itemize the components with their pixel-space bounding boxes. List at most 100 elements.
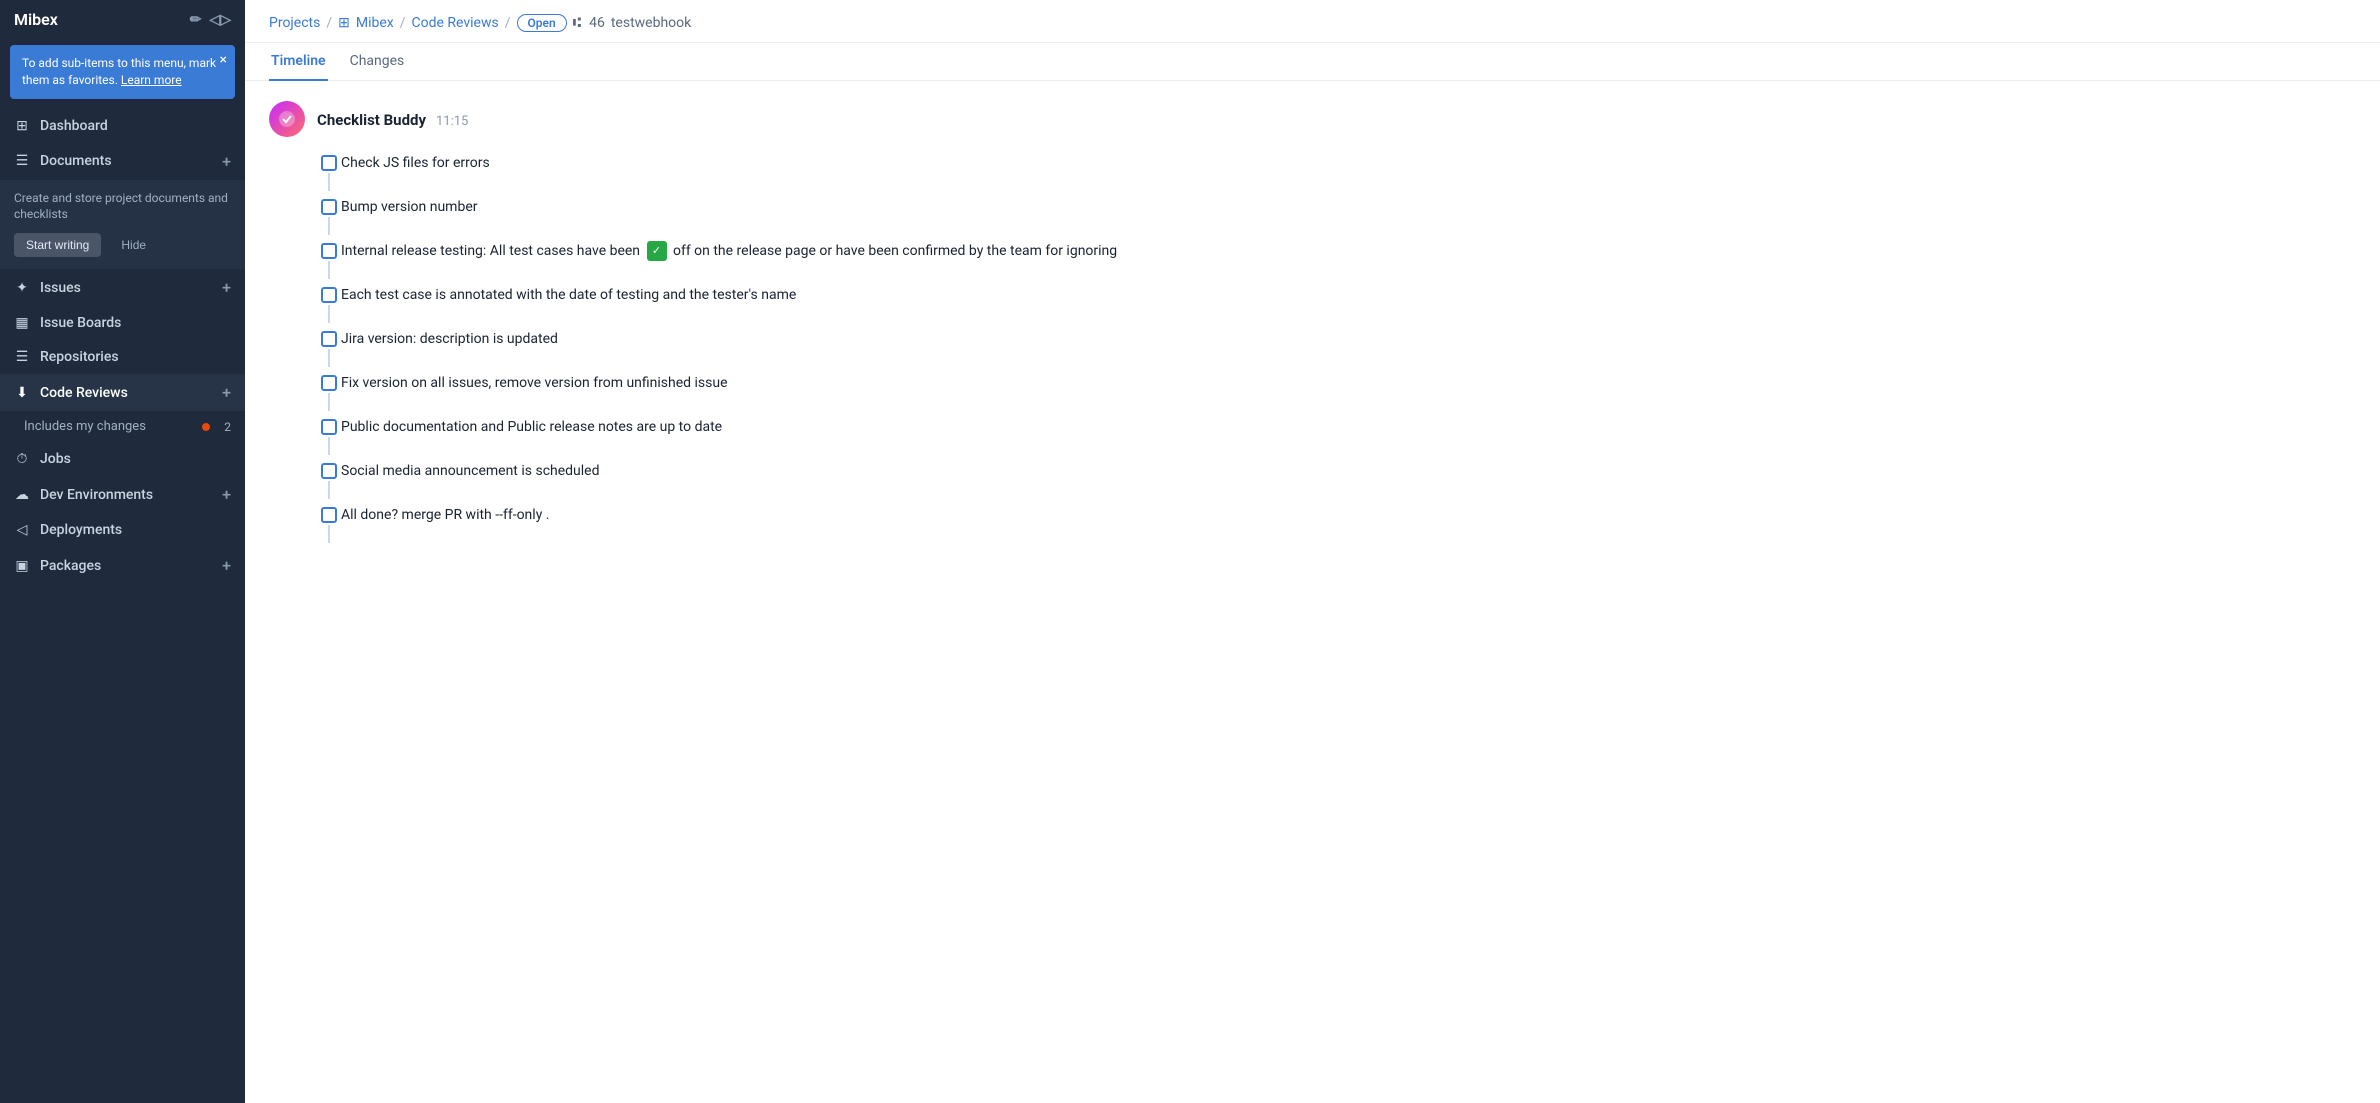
list-item: All done? merge PR with --ff-only . [317,505,2356,543]
check-col [317,329,341,367]
breadcrumb-sep3: / [505,15,511,31]
sidebar: Mibex ✏ ◁▷ To add sub-items to this menu… [0,0,245,1103]
checkbox-4[interactable] [321,287,337,303]
expand-icon[interactable]: ◁▷ [209,12,231,28]
info-banner: To add sub-items to this menu, mark them… [10,45,235,99]
check-col [317,285,341,323]
check-col [317,417,341,455]
sidebar-item-label: Dashboard [40,118,231,134]
pr-icon: ⑆ [573,15,581,31]
documents-actions: Start writing Hide [14,233,231,257]
item-text-5: Jira version: description is updated [341,329,2356,358]
sidebar-item-issue-boards[interactable]: ▦ Issue Boards [0,306,245,340]
learn-more-link[interactable]: Learn more [121,73,182,87]
checkbox-9[interactable] [321,507,337,523]
banner-close-button[interactable]: × [220,51,227,71]
item-text-2: Bump version number [341,197,2356,226]
list-item: Bump version number [317,197,2356,235]
check-col [317,197,341,235]
checkbox-3[interactable] [321,243,337,259]
content-area: Checklist Buddy 11:15 Check JS files for… [245,81,2380,1103]
checkbox-2[interactable] [321,199,337,215]
documents-sub-section: Create and store project documents and c… [0,180,245,270]
checklist-author: Checklist Buddy [317,111,426,129]
list-item: Fix version on all issues, remove versio… [317,373,2356,411]
checklist-time: 11:15 [436,114,468,129]
hide-button[interactable]: Hide [109,233,158,257]
dev-environments-add-icon[interactable]: + [222,485,231,504]
documents-icon: ☰ [14,153,30,169]
vertical-line [328,173,330,191]
item-text-7: Public documentation and Public release … [341,417,2356,446]
sidebar-header-icons: ✏ ◁▷ [190,12,231,28]
list-item: Each test case is annotated with the dat… [317,285,2356,323]
packages-icon: ▣ [14,558,30,574]
breadcrumb-projects[interactable]: Projects [269,15,320,31]
breadcrumb-mibex[interactable]: Mibex [356,15,394,31]
check-col [317,373,341,411]
sidebar-item-label: Jobs [40,451,231,467]
packages-add-icon[interactable]: + [222,556,231,575]
dashboard-icon: ⊞ [14,118,30,134]
breadcrumb-sep1: / [326,15,332,31]
item-text-6: Fix version on all issues, remove versio… [341,373,2356,402]
list-item: Check JS files for errors [317,153,2356,191]
edit-icon[interactable]: ✏ [190,12,202,28]
sidebar-header: Mibex ✏ ◁▷ [0,0,245,39]
tabs: Timeline Changes [245,43,2380,81]
documents-add-icon[interactable]: + [222,152,231,171]
item-text-9: All done? merge PR with --ff-only . [341,505,2356,534]
sidebar-item-deployments[interactable]: ◁ Deployments [0,513,245,547]
issues-icon: ✦ [14,280,30,296]
vertical-line [328,349,330,367]
sidebar-title: Mibex [14,10,58,29]
sidebar-item-label: Dev Environments [40,487,212,503]
start-writing-button[interactable]: Start writing [14,233,101,257]
sidebar-sub-item-includes-my-changes[interactable]: Includes my changes 2 [0,411,245,442]
check-col [317,505,341,543]
sidebar-item-dev-environments[interactable]: ☁ Dev Environments + [0,476,245,513]
checklist-meta: Checklist Buddy 11:15 [317,110,468,129]
checkbox-5[interactable] [321,331,337,347]
tab-timeline[interactable]: Timeline [269,43,328,81]
breadcrumb-sep2: / [400,15,406,31]
vertical-line [328,525,330,543]
sidebar-item-label: Repositories [40,349,231,365]
vertical-line [328,437,330,455]
list-item: Internal release testing: All test cases… [317,241,2356,279]
deployments-icon: ◁ [14,522,30,538]
list-item: Social media announcement is scheduled [317,461,2356,499]
sidebar-item-packages[interactable]: ▣ Packages + [0,547,245,584]
vertical-line [328,217,330,235]
code-reviews-icon: ⬇ [14,385,30,401]
vertical-line [328,305,330,323]
open-badge: Open [517,14,567,32]
checklist-header: Checklist Buddy 11:15 [269,101,2356,137]
item-text-8: Social media announcement is scheduled [341,461,2356,490]
checkbox-6[interactable] [321,375,337,391]
checkbox-1[interactable] [321,155,337,171]
breadcrumb-code-reviews[interactable]: Code Reviews [412,15,499,31]
sidebar-item-dashboard[interactable]: ⊞ Dashboard [0,109,245,143]
dot-indicator [202,423,210,431]
code-reviews-add-icon[interactable]: + [222,383,231,402]
sidebar-item-code-reviews[interactable]: ⬇ Code Reviews + [0,374,245,411]
repositories-icon: ☰ [14,349,30,365]
check-col [317,461,341,499]
breadcrumb-group-icon: ⊞ [338,15,350,31]
item-text-1: Check JS files for errors [341,153,2356,182]
sidebar-item-issues[interactable]: ✦ Issues + [0,269,245,306]
issues-add-icon[interactable]: + [222,278,231,297]
list-item: Public documentation and Public release … [317,417,2356,455]
sidebar-item-repositories[interactable]: ☰ Repositories [0,340,245,374]
check-emoji: ✓ [647,241,667,261]
sidebar-item-documents[interactable]: ☰ Documents + [0,143,245,180]
vertical-line [328,481,330,499]
main-content: Projects / ⊞ Mibex / Code Reviews / Open… [245,0,2380,1103]
sidebar-item-jobs[interactable]: ⏱ Jobs [0,442,245,476]
checkbox-8[interactable] [321,463,337,479]
pr-number: 46 [589,15,605,31]
check-col [317,241,341,279]
tab-changes[interactable]: Changes [348,43,407,81]
checkbox-7[interactable] [321,419,337,435]
